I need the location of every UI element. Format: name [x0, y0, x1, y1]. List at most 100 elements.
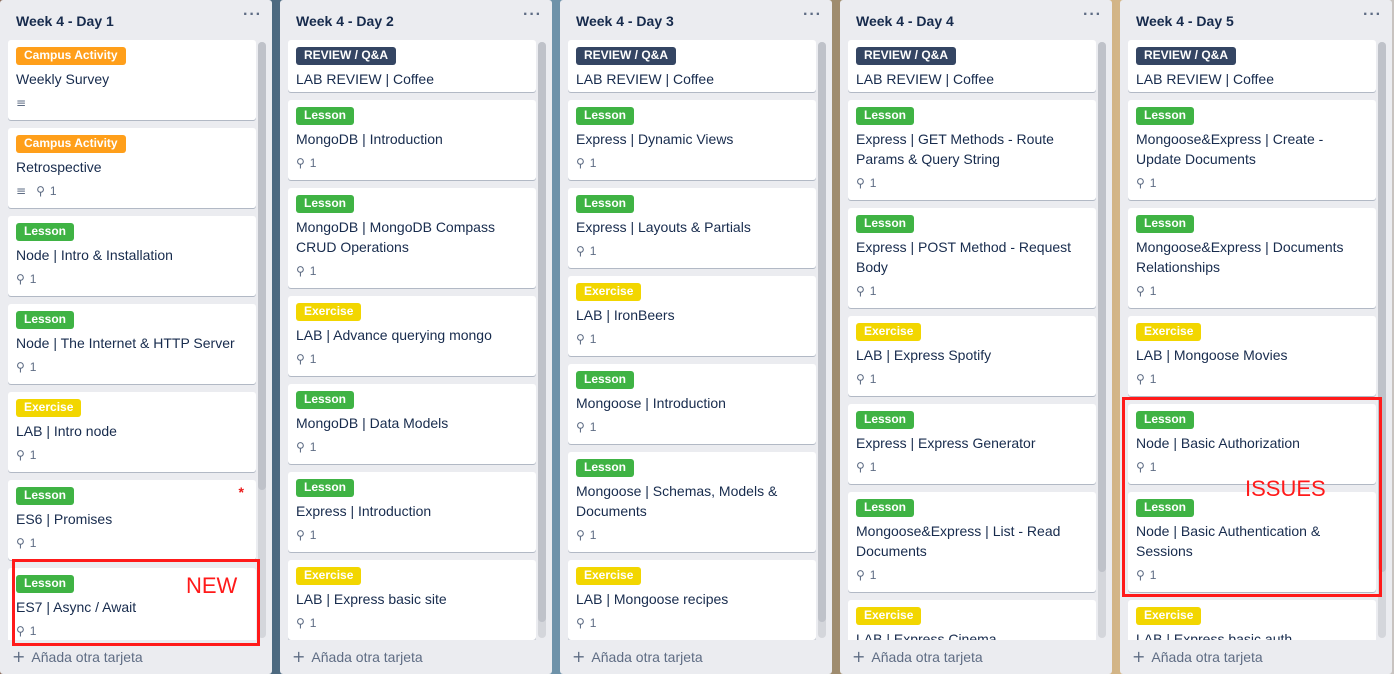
list-title[interactable]: Week 4 - Day 5: [1136, 13, 1234, 29]
card-title: MongoDB | Introduction: [296, 131, 443, 147]
attachment-count: 1: [589, 244, 597, 258]
description-icon: ≡: [16, 184, 27, 198]
list-title[interactable]: Week 4 - Day 2: [296, 13, 394, 29]
card[interactable]: Lesson Express | POST Method - Request B…: [848, 208, 1096, 308]
attachment-badge: ⚲ 1: [576, 156, 596, 170]
list-header[interactable]: Week 4 - Day 2 ···: [280, 0, 552, 40]
card[interactable]: Exercise LAB | Advance querying mongo ⚲ 1: [288, 296, 536, 376]
issues-annotation-text: ISSUES: [1245, 476, 1326, 501]
card[interactable]: Lesson Mongoose | Schemas, Models & Docu…: [568, 452, 816, 552]
card[interactable]: Lesson Mongoose&Express | Documents Rela…: [1128, 208, 1376, 308]
attachment-count: 1: [29, 272, 37, 286]
attachment-badge: ⚲ 1: [576, 332, 596, 346]
add-card-button[interactable]: + Añada otra tarjeta: [852, 647, 983, 666]
attachment-badge: ⚲ 1: [296, 156, 316, 170]
card[interactable]: REVIEW / Q&A LAB REVIEW | Coffee: [288, 40, 536, 92]
card-badges: ⚲ 1: [856, 369, 1088, 389]
list-title[interactable]: Week 4 - Day 3: [576, 13, 674, 29]
card[interactable]: Lesson Express | Dynamic Views ⚲ 1: [568, 100, 816, 180]
card-badges: ⚲ 1: [856, 281, 1088, 301]
card-label: Lesson: [16, 487, 75, 505]
card[interactable]: Lesson Express | Introduction ⚲ 1: [288, 472, 536, 552]
card[interactable]: Exercise LAB | Express basic auth: [1128, 600, 1376, 640]
list-title[interactable]: Week 4 - Day 4: [856, 13, 954, 29]
add-card-button[interactable]: + Añada otra tarjeta: [1132, 647, 1263, 666]
card[interactable]: Lesson Express | GET Methods - Route Par…: [848, 100, 1096, 200]
scrollbar-thumb[interactable]: [538, 42, 546, 622]
attachment-badge: ⚲ 1: [1136, 176, 1156, 190]
attachment-badge: ⚲ 1: [16, 536, 36, 550]
card-badges: ⚲ 1: [576, 613, 808, 633]
list-title[interactable]: Week 4 - Day 1: [16, 13, 114, 29]
card[interactable]: Lesson Node | Intro & Installation ⚲ 1: [8, 216, 256, 296]
card[interactable]: REVIEW / Q&A LAB REVIEW | Coffee: [848, 40, 1096, 92]
card[interactable]: Lesson Node | The Internet & HTTP Server…: [8, 304, 256, 384]
plus-icon: +: [12, 647, 26, 666]
paperclip-icon: ⚲: [576, 156, 585, 170]
card[interactable]: REVIEW / Q&A LAB REVIEW | Coffee: [568, 40, 816, 92]
list-scrollbar[interactable]: [1098, 42, 1106, 638]
attachment-badge: ⚲ 1: [576, 244, 596, 258]
card[interactable]: Exercise LAB | Express basic site ⚲ 1: [288, 560, 536, 640]
paperclip-icon: ⚲: [296, 156, 305, 170]
list-header[interactable]: Week 4 - Day 3 ···: [560, 0, 832, 40]
list-menu-icon[interactable]: ···: [523, 6, 542, 24]
card[interactable]: Exercise LAB | Intro node ⚲ 1: [8, 392, 256, 472]
list-menu-icon[interactable]: ···: [1363, 6, 1382, 24]
list-header[interactable]: Week 4 - Day 1 ···: [0, 0, 272, 40]
card[interactable]: Lesson Mongoose | Introduction ⚲ 1: [568, 364, 816, 444]
card-badges: ⚲ 1: [576, 329, 808, 349]
card-label: Lesson: [856, 499, 915, 517]
attachment-badge: ⚲ 1: [1136, 372, 1156, 386]
card[interactable]: Campus Activity Retrospective ≡ ⚲ 1: [8, 128, 256, 208]
card-title: ES6 | Promises: [16, 511, 113, 527]
attachment-count: 1: [309, 156, 317, 170]
list-header[interactable]: Week 4 - Day 4 ···: [840, 0, 1112, 40]
paperclip-icon: ⚲: [856, 372, 865, 386]
card-badges: ⚲ 1: [1136, 173, 1368, 193]
card-title: Retrospective: [16, 159, 102, 175]
add-card-button[interactable]: + Añada otra tarjeta: [572, 647, 703, 666]
card-title: LAB | Express basic auth: [1136, 631, 1293, 640]
add-card-button[interactable]: + Añada otra tarjeta: [12, 647, 143, 666]
card[interactable]: Lesson MongoDB | Data Models ⚲ 1: [288, 384, 536, 464]
card[interactable]: Lesson Express | Express Generator ⚲ 1: [848, 404, 1096, 484]
card[interactable]: Lesson MongoDB | MongoDB Compass CRUD Op…: [288, 188, 536, 288]
card[interactable]: Exercise LAB | Mongoose Movies ⚲ 1: [1128, 316, 1376, 396]
card[interactable]: Lesson Mongoose&Express | List - Read Do…: [848, 492, 1096, 592]
list-scrollbar[interactable]: [538, 42, 546, 638]
card[interactable]: Exercise LAB | IronBeers ⚲ 1: [568, 276, 816, 356]
card-label: Lesson: [1136, 215, 1195, 233]
card[interactable]: Exercise LAB | Express Cinema: [848, 600, 1096, 640]
attachment-badge: ⚲ 1: [856, 176, 876, 190]
card[interactable]: Lesson MongoDB | Introduction ⚲ 1: [288, 100, 536, 180]
card[interactable]: Campus Activity Weekly Survey ≡: [8, 40, 256, 120]
list-scrollbar[interactable]: [258, 42, 266, 638]
list-header[interactable]: Week 4 - Day 5 ···: [1120, 0, 1392, 40]
attachment-count: 1: [29, 448, 37, 462]
list-menu-icon[interactable]: ···: [243, 6, 262, 24]
attachment-count: 1: [309, 352, 317, 366]
card-title: Mongoose&Express | Create - Update Docum…: [1136, 131, 1324, 167]
card-label: Lesson: [296, 391, 355, 409]
card-label: Exercise: [1136, 607, 1202, 625]
list-menu-icon[interactable]: ···: [1083, 6, 1102, 24]
list-scrollbar[interactable]: [818, 42, 826, 638]
list-menu-icon[interactable]: ···: [803, 6, 822, 24]
card-container: REVIEW / Q&A LAB REVIEW | Coffee Lesson …: [288, 40, 536, 640]
scrollbar-thumb[interactable]: [818, 42, 826, 622]
card[interactable]: Lesson Express | Layouts & Partials ⚲ 1: [568, 188, 816, 268]
card[interactable]: REVIEW / Q&A LAB REVIEW | Coffee: [1128, 40, 1376, 92]
card[interactable]: Lesson Mongoose&Express | Create - Updat…: [1128, 100, 1376, 200]
card[interactable]: Exercise LAB | Mongoose recipes ⚲ 1: [568, 560, 816, 640]
attachment-count: 1: [869, 176, 877, 190]
card[interactable]: Exercise LAB | Express Spotify ⚲ 1: [848, 316, 1096, 396]
scrollbar-thumb[interactable]: [1098, 42, 1106, 572]
paperclip-icon: ⚲: [576, 332, 585, 346]
board: Week 4 - Day 1 ··· Campus Activity Weekl…: [0, 0, 1394, 674]
scrollbar-thumb[interactable]: [258, 42, 266, 490]
card-badges: ⚲ 1: [296, 525, 528, 545]
card[interactable]: Lesson * ES6 | Promises ⚲ 1: [8, 480, 256, 560]
add-card-button[interactable]: + Añada otra tarjeta: [292, 647, 423, 666]
paperclip-icon: ⚲: [1136, 176, 1145, 190]
